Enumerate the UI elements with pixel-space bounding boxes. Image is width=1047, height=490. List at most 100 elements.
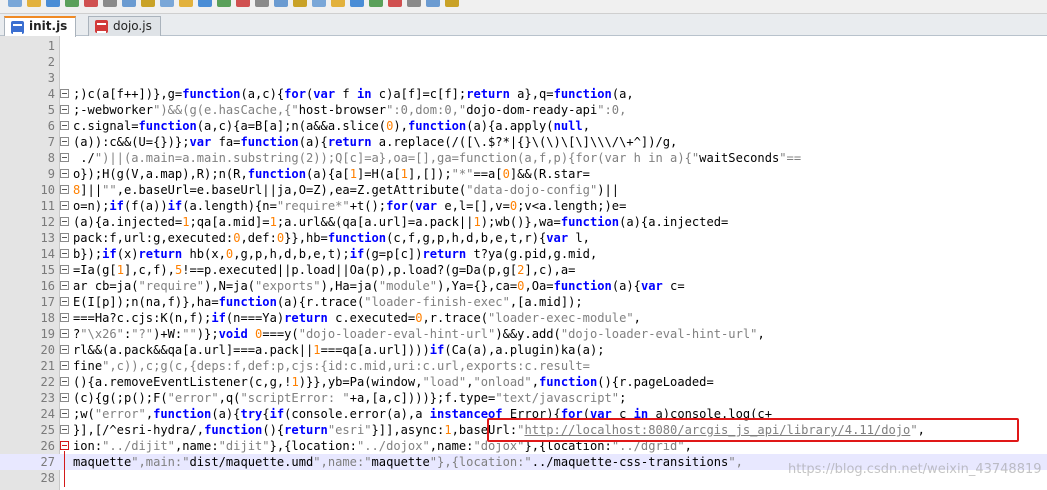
fold-toggle-icon[interactable] bbox=[60, 393, 69, 402]
sync-icon[interactable] bbox=[293, 0, 307, 7]
code-line[interactable]: 17 E(I[p]);n(na,f)},ha=function(a){r.trac… bbox=[0, 294, 1047, 310]
fold-toggle-icon[interactable] bbox=[60, 297, 69, 306]
line-number: 20 bbox=[40, 343, 55, 357]
close-icon[interactable] bbox=[84, 0, 98, 7]
fold-toggle-icon[interactable] bbox=[60, 345, 69, 354]
code-text: ;-webworker")&&(g(e.hasCache,{"host-brow… bbox=[73, 103, 627, 117]
fold-toggle-icon[interactable] bbox=[60, 169, 69, 178]
line-number: 18 bbox=[40, 311, 55, 325]
fold-toggle-icon[interactable] bbox=[60, 377, 69, 386]
tab-init-js[interactable]: init.js bbox=[4, 16, 77, 37]
line-number: 22 bbox=[40, 375, 55, 389]
line-number: 6 bbox=[47, 119, 55, 133]
tab-label: dojo.js bbox=[113, 19, 152, 33]
line-number: 21 bbox=[40, 359, 55, 373]
line-number: 19 bbox=[40, 327, 55, 341]
line-number: 1 bbox=[47, 39, 55, 53]
code-line[interactable]: 13 pack:f,url:g,executed:0,def:0}},hb=fun… bbox=[0, 230, 1047, 246]
fold-toggle-icon[interactable] bbox=[60, 409, 69, 418]
macro-icon[interactable] bbox=[369, 0, 383, 7]
code-text: ./")||(a.main=a.main.substring(2));Q[c]=… bbox=[73, 151, 802, 165]
code-line[interactable]: 8 ./")||(a.main=a.main.substring(2));Q[c… bbox=[0, 150, 1047, 166]
code-line[interactable]: 4 ;)c(a[f++])},g=function(a,c){for(var f … bbox=[0, 86, 1047, 102]
line-number: 3 bbox=[47, 71, 55, 85]
code-line[interactable]: 5 ;-webworker")&&(g(e.hasCache,{"host-bro… bbox=[0, 102, 1047, 118]
code-line[interactable]: 20 rl&&(a.pack&&qa[a.url]===a.pack||1===q… bbox=[0, 342, 1047, 358]
fold-toggle-icon[interactable] bbox=[60, 329, 69, 338]
replace-icon[interactable] bbox=[236, 0, 250, 7]
fold-toggle-icon[interactable] bbox=[60, 121, 69, 130]
fold-toggle-icon[interactable] bbox=[60, 249, 69, 258]
run-icon[interactable] bbox=[445, 0, 459, 7]
fold-toggle-icon[interactable] bbox=[60, 89, 69, 98]
fold-toggle-icon[interactable] bbox=[60, 105, 69, 114]
fold-toggle-icon[interactable] bbox=[60, 281, 69, 290]
fold-toggle-icon[interactable] bbox=[60, 265, 69, 274]
code-line[interactable]: 12 (a){a.injected=1;qa[a.mid]=1;a.url&&(q… bbox=[0, 214, 1047, 230]
fold-toggle-icon[interactable] bbox=[60, 425, 69, 434]
indent-icon[interactable] bbox=[331, 0, 345, 7]
tab-dojo-js[interactable]: dojo.js bbox=[88, 16, 161, 36]
cut-icon[interactable] bbox=[122, 0, 136, 7]
code-line[interactable]: 15 =Ia(g[1],c,f),5!==p.executed||p.load||… bbox=[0, 262, 1047, 278]
save-icon[interactable] bbox=[46, 0, 60, 7]
line-number: 15 bbox=[40, 263, 55, 277]
toolbar bbox=[0, 0, 1047, 14]
fold-toggle-icon[interactable] bbox=[60, 233, 69, 242]
line-number: 23 bbox=[40, 391, 55, 405]
fold-toggle-icon[interactable] bbox=[60, 185, 69, 194]
code-text: o});H(g(V,a.map),R);n(R,function(a){a[1]… bbox=[73, 167, 590, 181]
undo-icon[interactable] bbox=[179, 0, 193, 7]
fold-toggle-icon[interactable] bbox=[60, 153, 69, 162]
code-line[interactable]: 2 bbox=[0, 54, 1047, 70]
line-number: 16 bbox=[40, 279, 55, 293]
fold-toggle-icon[interactable] bbox=[60, 137, 69, 146]
code-line[interactable]: 6 c.signal=function(a,c){a=B[a];n(a&&a.sl… bbox=[0, 118, 1047, 134]
code-line[interactable]: 19 ?"\x26":"?")+W:"")};void 0===y("dojo-l… bbox=[0, 326, 1047, 342]
save-all-icon[interactable] bbox=[65, 0, 79, 7]
code-text: ?"\x26":"?")+W:"")};void 0===y("dojo-loa… bbox=[73, 327, 765, 341]
code-line[interactable]: 23 (c){g(;p();F("error",q("scriptError: "… bbox=[0, 390, 1047, 406]
code-line[interactable]: 21 fine",c)),c;g(c,{deps:f,def:p,cjs:{id:… bbox=[0, 358, 1047, 374]
paste-icon[interactable] bbox=[160, 0, 174, 7]
fold-toggle-icon[interactable] bbox=[60, 313, 69, 322]
find-icon[interactable] bbox=[217, 0, 231, 7]
record-icon[interactable] bbox=[388, 0, 402, 7]
open-icon[interactable] bbox=[27, 0, 41, 7]
code-line[interactable]: 3 bbox=[0, 70, 1047, 86]
code-line[interactable]: 7 (a)):c&&(U={})};var fa=function(a){retu… bbox=[0, 134, 1047, 150]
code-text: b});if(x)return hb(x,0,g,p,h,d,b,e,t);if… bbox=[73, 247, 598, 261]
copy-icon[interactable] bbox=[141, 0, 155, 7]
line-number: 2 bbox=[47, 55, 55, 69]
fold-toggle-icon[interactable] bbox=[60, 361, 69, 370]
line-number: 24 bbox=[40, 407, 55, 421]
code-line[interactable]: 14 b});if(x)return hb(x,0,g,p,h,d,b,e,t);… bbox=[0, 246, 1047, 262]
line-number: 8 bbox=[47, 151, 55, 165]
highlight-box bbox=[487, 418, 1019, 442]
code-line[interactable]: 11 o=n);if(f(a))if(a.length){n="require*"… bbox=[0, 198, 1047, 214]
code-line[interactable]: 1 bbox=[0, 38, 1047, 54]
tab-bar: init.js dojo.js bbox=[0, 14, 1047, 37]
zoom-out-icon[interactable] bbox=[274, 0, 288, 7]
fold-toggle-icon[interactable] bbox=[60, 217, 69, 226]
code-line[interactable]: 9 o});H(g(V,a.map),R);n(R,function(a){a[1… bbox=[0, 166, 1047, 182]
fold-toggle-icon[interactable] bbox=[60, 441, 69, 450]
new-file-icon[interactable] bbox=[8, 0, 22, 7]
fold-toggle-icon[interactable] bbox=[60, 201, 69, 210]
play-icon[interactable] bbox=[407, 0, 421, 7]
stop-icon[interactable] bbox=[426, 0, 440, 7]
js-file-icon bbox=[95, 20, 108, 33]
code-line[interactable]: 18 ===Ha?c.cjs:K(n,f);if(n===Ya)return c.… bbox=[0, 310, 1047, 326]
code-line[interactable]: 16 ar cb=ja("require"),N=ja("exports"),Ha… bbox=[0, 278, 1047, 294]
code-text: (a)):c&&(U={})};var fa=function(a){retur… bbox=[73, 135, 678, 149]
line-number: 25 bbox=[40, 423, 55, 437]
redo-icon[interactable] bbox=[198, 0, 212, 7]
wrap-icon[interactable] bbox=[312, 0, 326, 7]
print-icon[interactable] bbox=[103, 0, 117, 7]
zoom-in-icon[interactable] bbox=[255, 0, 269, 7]
line-number: 28 bbox=[40, 471, 55, 485]
code-line[interactable]: 22 (){a.removeEventListener(c,g,!1)}},yb=… bbox=[0, 374, 1047, 390]
watermark: https://blog.csdn.net/weixin_43748819 bbox=[788, 462, 1042, 477]
code-line[interactable]: 10 8]||"",e.baseUrl=e.baseUrl||ja,O=Z),ea… bbox=[0, 182, 1047, 198]
bookmark-icon[interactable] bbox=[350, 0, 364, 7]
